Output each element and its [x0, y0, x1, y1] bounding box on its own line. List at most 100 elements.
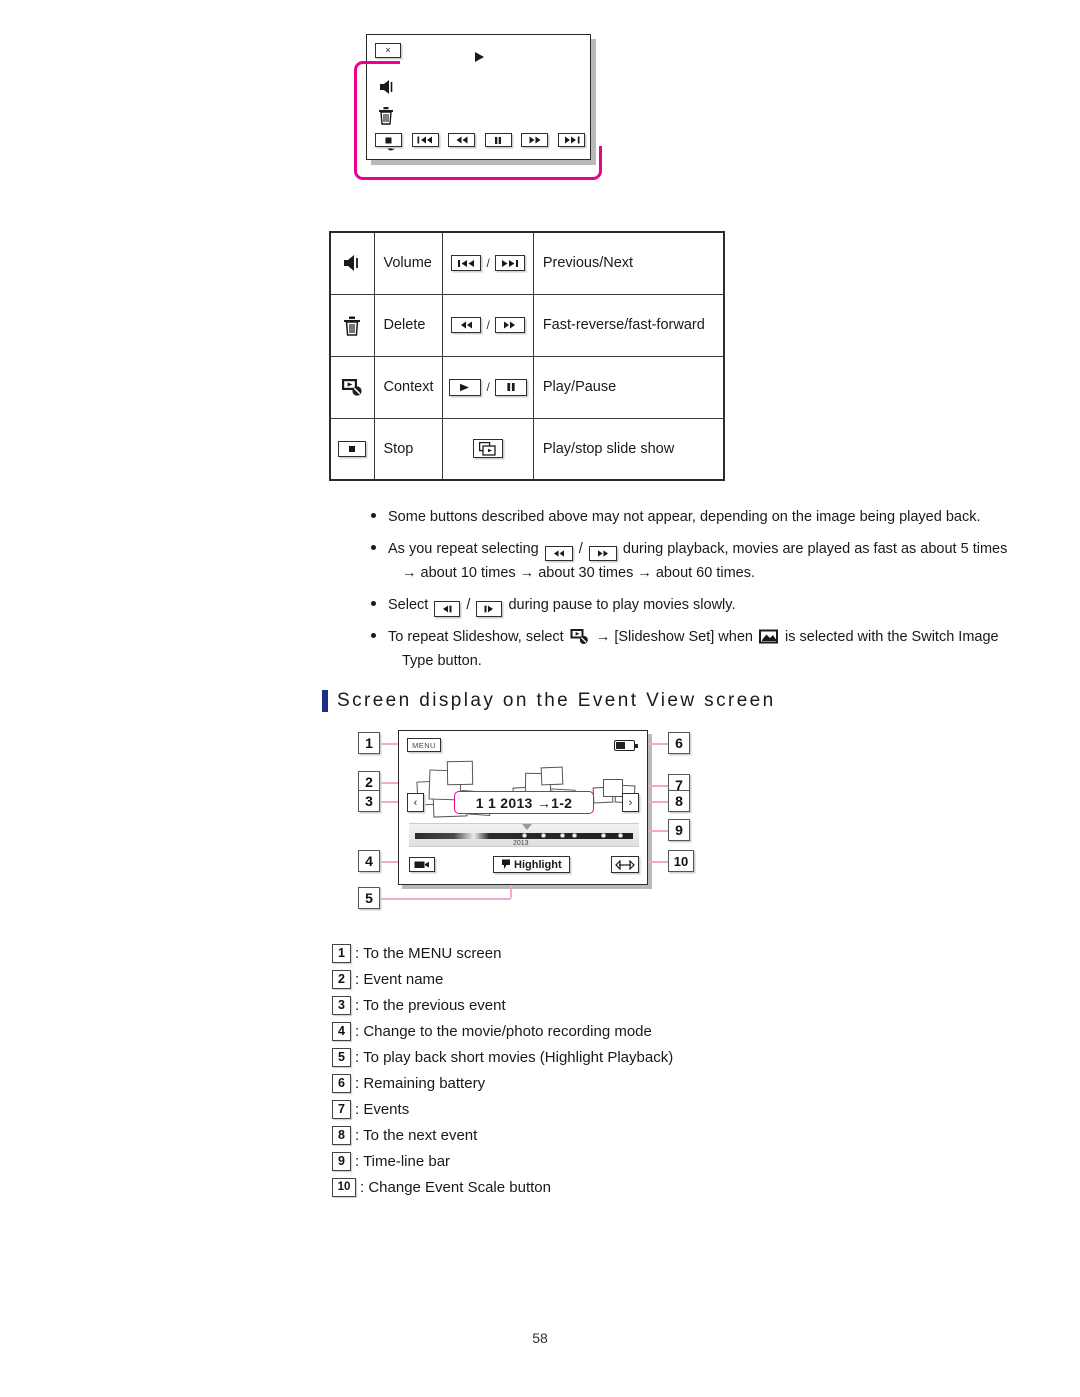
note-item: As you repeat selecting / during playbac… — [366, 537, 1066, 585]
bullet-dot — [371, 633, 376, 638]
row-description: Play/Pause — [532, 355, 725, 419]
delete-icon — [331, 315, 374, 336]
stop-icon-cell — [329, 417, 375, 481]
legend-list: 1 : To the MENU screen 2 : Event name 3 … — [332, 940, 892, 1200]
timeline-dot — [618, 833, 623, 838]
callout-4: 4 — [358, 850, 380, 872]
table-row: Stop Play/stop slide show — [329, 417, 725, 481]
list-item: 7 : Events — [332, 1096, 892, 1122]
playback-screen-diagram: × — [366, 34, 596, 165]
highlight-icon — [502, 859, 510, 869]
row-label: Delete — [373, 293, 444, 357]
legend-text: : To play back short movies (Highlight P… — [355, 1048, 674, 1066]
heading-accent-bar — [322, 690, 328, 712]
change-event-scale-button[interactable] — [611, 856, 639, 873]
callout-3: 3 — [358, 790, 380, 812]
bullet-dot — [371, 545, 376, 550]
note-text: Some buttons described above may not app… — [388, 509, 981, 525]
timeline-dot — [601, 833, 606, 838]
close-button[interactable]: × — [375, 43, 401, 58]
delete-icon-cell — [329, 293, 375, 357]
legend-text: : To the MENU screen — [355, 944, 502, 962]
row-description: Fast-reverse/fast-forward — [532, 293, 725, 357]
legend-text: : Change to the movie/photo recording mo… — [355, 1022, 652, 1040]
legend-number: 2 — [332, 969, 351, 989]
legend-number: 1 — [332, 943, 351, 963]
event-view-diagram: MENU ‹ › 1 1 2013 →1-2 2013 Highlight 1 … — [356, 730, 736, 920]
separator: / — [578, 541, 583, 557]
fast-reverse-icon — [544, 546, 573, 561]
previous-event-button[interactable]: ‹ — [407, 793, 424, 812]
highlight-label: Highlight — [514, 858, 562, 871]
legend-text: : Events — [355, 1100, 410, 1118]
bullet-dot — [371, 601, 376, 606]
next-event-button[interactable]: › — [622, 793, 639, 812]
list-item: 5 : To play back short movies (Highlight… — [332, 1044, 892, 1070]
play-indicator-icon — [475, 52, 484, 62]
note-item: To repeat Slideshow, select → [Slideshow… — [366, 625, 1066, 673]
leader-line-9 — [646, 830, 668, 832]
scale-arrows-icon — [615, 859, 635, 870]
list-item: 2 : Event name — [332, 966, 892, 992]
callout-10: 10 — [668, 850, 694, 872]
list-item: 8 : To the next event — [332, 1122, 892, 1148]
timeline-caret-icon — [522, 824, 532, 830]
manual-page: × Volume / Previous/Next Delete / Fast-r… — [0, 0, 1080, 1397]
bottom-bar: Highlight — [405, 855, 643, 877]
highlight-button[interactable]: Highlight — [493, 856, 570, 873]
legend-text: : Event name — [355, 970, 444, 988]
timeline-dot — [541, 833, 546, 838]
slideshow-icon — [473, 439, 504, 459]
list-item: 1 : To the MENU screen — [332, 940, 892, 966]
fast-forward-icon[interactable] — [521, 133, 549, 147]
time-line-bar[interactable]: 2013 — [409, 823, 639, 847]
note-text-pre: As you repeat selecting — [388, 541, 539, 557]
slow-reverse-icon — [434, 601, 461, 617]
next-icon — [494, 255, 525, 272]
row-label: Context — [373, 355, 444, 419]
menu-button[interactable]: MENU — [407, 738, 441, 752]
context-icon-cell — [329, 355, 375, 419]
row-label: Volume — [373, 231, 444, 295]
callout-5: 5 — [358, 887, 380, 909]
separator: / — [466, 597, 471, 613]
previous-icon[interactable] — [411, 133, 439, 147]
legend-number: 7 — [332, 1099, 351, 1119]
previous-icon — [451, 255, 482, 272]
volume-icon — [331, 253, 374, 273]
note-text-cont: → about 10 times → about 30 times → abou… — [402, 565, 756, 581]
row-description: Play/stop slide show — [532, 417, 725, 481]
timeline-year-label: 2013 — [513, 840, 529, 847]
section-heading: Screen display on the Event View screen — [322, 690, 776, 712]
play-icon — [449, 378, 482, 396]
fast-forward-icon — [588, 546, 617, 561]
separator: / — [486, 380, 490, 394]
fast-reverse-icon[interactable] — [448, 133, 476, 147]
button-reference-table: Volume / Previous/Next Delete / Fast-rev… — [329, 231, 726, 481]
legend-number: 9 — [332, 1151, 351, 1171]
chevron-left-icon: ‹ — [413, 796, 418, 809]
note-text-mid: during playback, movies are played as fa… — [622, 541, 1008, 557]
legend-number: 6 — [332, 1073, 351, 1093]
notes-list: Some buttons described above may not app… — [366, 505, 1066, 681]
table-row: Delete / Fast-reverse/fast-forward — [329, 293, 725, 357]
pause-icon[interactable] — [484, 133, 512, 147]
legend-text: : Time-line bar — [355, 1152, 451, 1170]
icon-pair-cell: / — [442, 293, 534, 357]
stop-icon — [338, 440, 367, 457]
legend-text: : To the next event — [355, 1126, 478, 1144]
page-title: Screen display on the Event View screen — [337, 690, 776, 711]
legend-text: : Remaining battery — [355, 1074, 486, 1092]
note-item: Select / during pause to play movies slo… — [366, 593, 1066, 617]
timeline-dot — [572, 833, 577, 838]
next-icon[interactable] — [557, 133, 585, 147]
legend-text: : To the previous event — [355, 996, 506, 1014]
page-number: 58 — [532, 1330, 548, 1346]
leader-line-7 — [646, 785, 668, 787]
event-view-screen: MENU ‹ › 1 1 2013 →1-2 2013 Highlight — [398, 730, 648, 885]
row-label: Stop — [373, 417, 444, 481]
legend-number: 5 — [332, 1047, 351, 1067]
recording-mode-button[interactable] — [409, 857, 435, 872]
note-text-cont: Type button. — [402, 653, 482, 669]
battery-icon — [614, 740, 638, 751]
